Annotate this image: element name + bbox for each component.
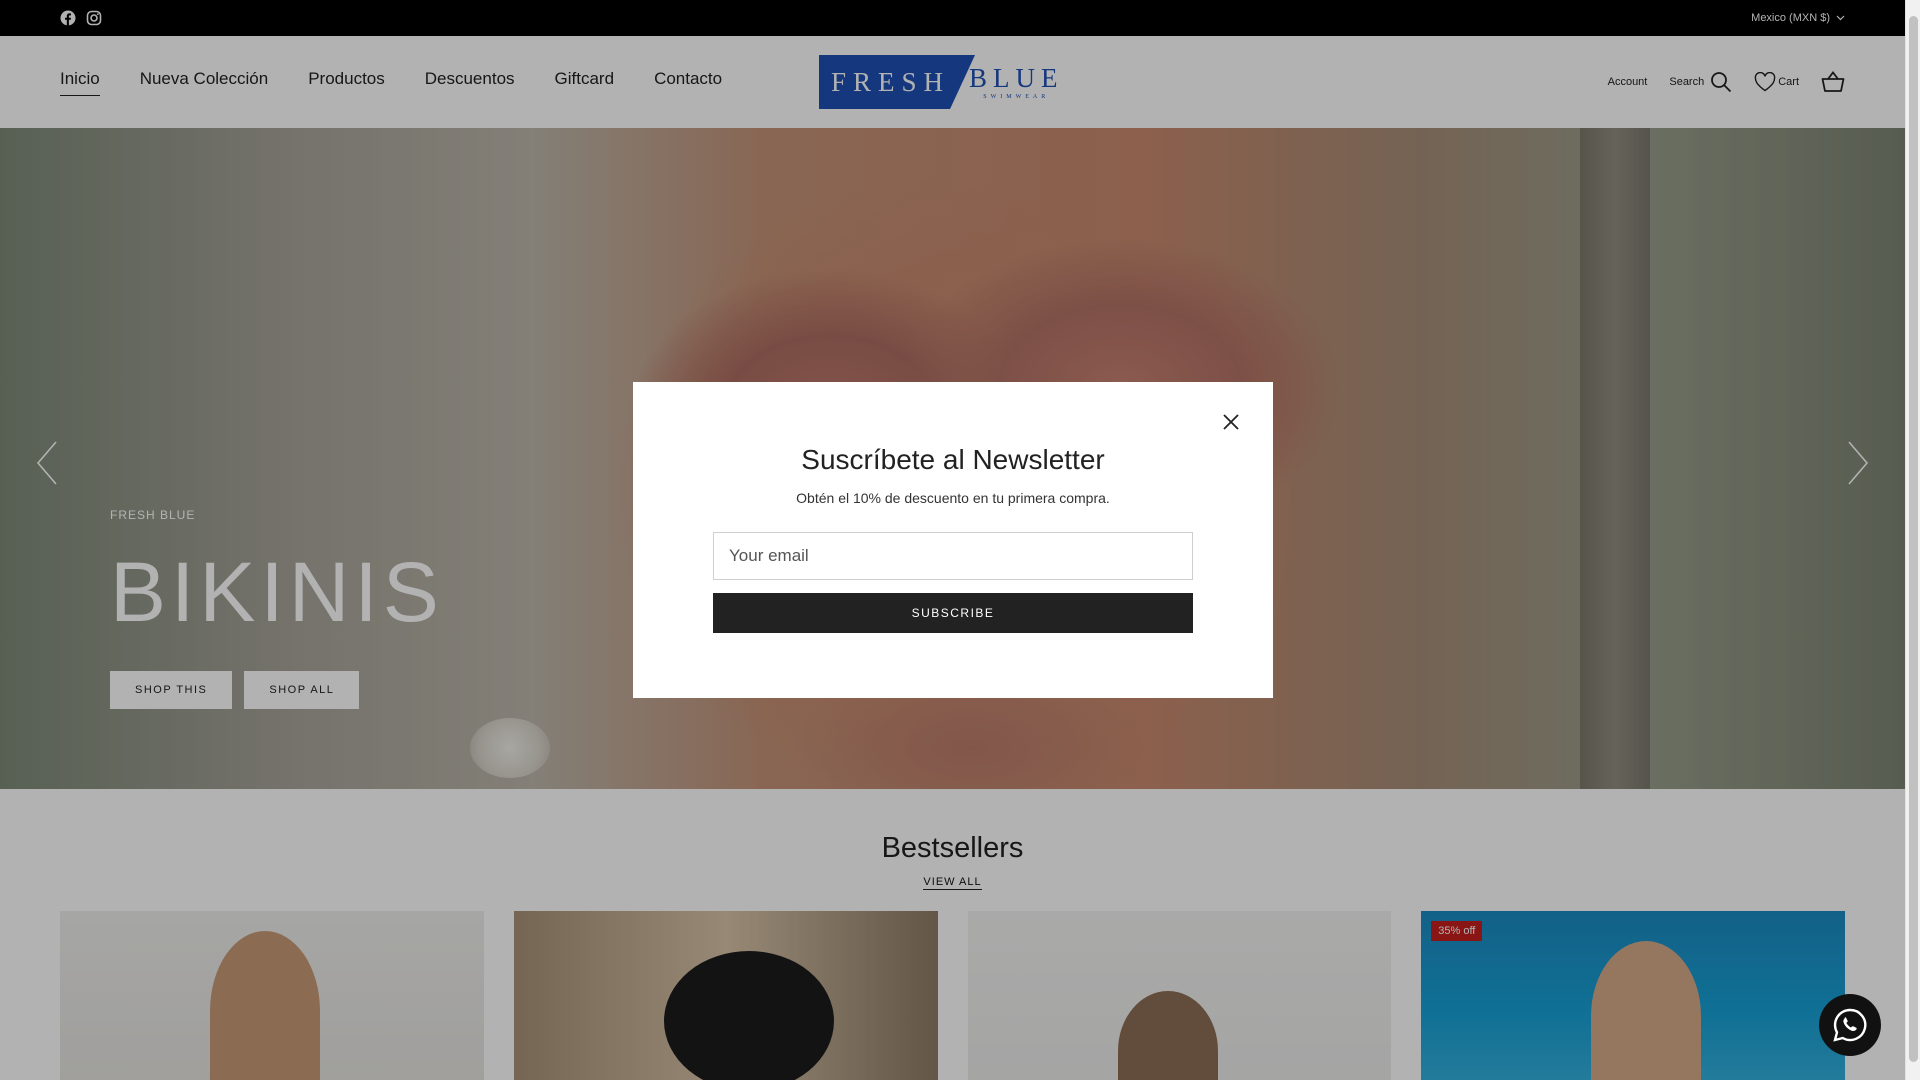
page-scrollbar[interactable] (1905, 0, 1920, 1080)
whatsapp-icon (1833, 1008, 1867, 1042)
modal-subtitle: Obtén el 10% de descuento en tu primera … (796, 490, 1110, 506)
email-field[interactable] (713, 532, 1193, 580)
subscribe-button[interactable]: SUBSCRIBE (713, 593, 1193, 633)
scrollbar-thumb[interactable] (1909, 16, 1918, 1062)
newsletter-modal: Suscríbete al Newsletter Obtén el 10% de… (633, 382, 1273, 698)
close-icon (1223, 414, 1239, 430)
modal-title: Suscríbete al Newsletter (801, 444, 1105, 475)
whatsapp-button[interactable] (1819, 994, 1881, 1056)
close-button[interactable] (1221, 412, 1241, 432)
